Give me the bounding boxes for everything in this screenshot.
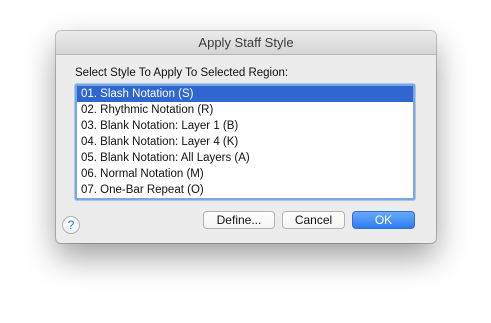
question-mark-icon: ?: [67, 218, 75, 232]
cancel-button[interactable]: Cancel: [282, 211, 345, 229]
list-item[interactable]: 02. Rhythmic Notation (R): [77, 102, 413, 118]
title-bar[interactable]: Apply Staff Style: [56, 31, 436, 55]
list-item[interactable]: 03. Blank Notation: Layer 1 (B): [77, 118, 413, 134]
list-item[interactable]: 06. Normal Notation (M): [77, 166, 413, 182]
ok-button[interactable]: OK: [352, 211, 415, 229]
list-item[interactable]: 04. Blank Notation: Layer 4 (K): [77, 134, 413, 150]
staff-style-list[interactable]: 01. Slash Notation (S) 02. Rhythmic Nota…: [75, 84, 415, 200]
list-item[interactable]: 07. One-Bar Repeat (O): [77, 182, 413, 198]
apply-staff-style-dialog: Apply Staff Style Select Style To Apply …: [56, 31, 436, 243]
dialog-title: Apply Staff Style: [198, 35, 294, 50]
list-item[interactable]: 01. Slash Notation (S): [77, 86, 413, 102]
help-button[interactable]: ?: [62, 216, 80, 234]
list-item[interactable]: 05. Blank Notation: All Layers (A): [77, 150, 413, 166]
define-button[interactable]: Define...: [203, 211, 275, 229]
select-style-prompt: Select Style To Apply To Selected Region…: [75, 67, 289, 79]
